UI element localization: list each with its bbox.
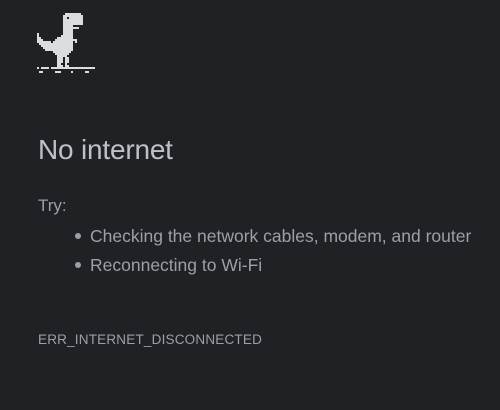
suggestion-text: Checking the network cables, modem, and … bbox=[90, 226, 472, 246]
offline-dinosaur-icon[interactable] bbox=[37, 13, 95, 75]
suggestion-item: Checking the network cables, modem, and … bbox=[72, 222, 482, 251]
suggestion-text: Reconnecting to Wi-Fi bbox=[90, 255, 263, 275]
try-label: Try: bbox=[38, 196, 67, 215]
offline-error-page: No internet Try: Checking the network ca… bbox=[0, 0, 500, 410]
suggestion-item: Reconnecting to Wi-Fi bbox=[72, 251, 482, 280]
page-title: No internet bbox=[38, 134, 173, 165]
error-code: ERR_INTERNET_DISCONNECTED bbox=[38, 332, 263, 347]
suggestions-list: Checking the network cables, modem, and … bbox=[72, 222, 482, 280]
bullet-icon bbox=[75, 233, 81, 239]
bullet-icon bbox=[75, 262, 81, 268]
